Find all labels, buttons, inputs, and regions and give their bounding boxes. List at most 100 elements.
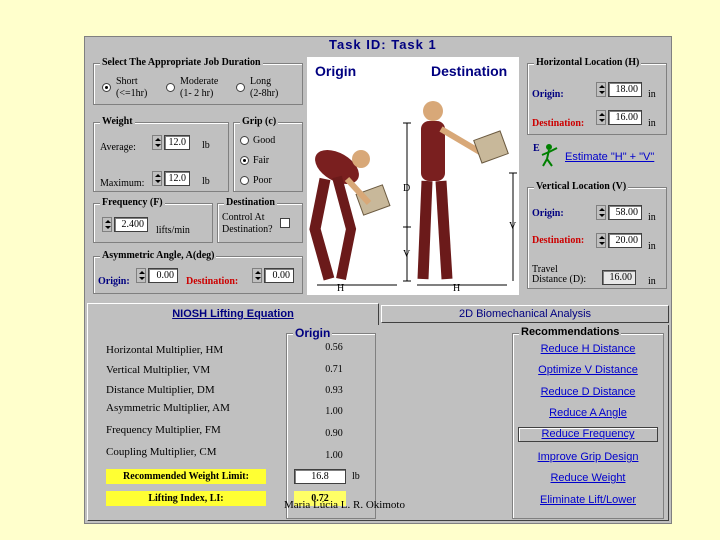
weight-maximum-field[interactable]: 12.0 <box>164 171 190 186</box>
destination-control-line1: Control At <box>222 212 265 223</box>
asymmetric-origin-spinner[interactable] <box>136 268 146 283</box>
weight-maximum-label: Maximum: <box>100 178 145 189</box>
grip-fair-radio[interactable] <box>240 156 249 165</box>
destination-control-group: Destination Control At Destination? <box>217 197 303 243</box>
vertical-origin-unit: in <box>648 212 656 223</box>
travel-distance-label-2: Distance (D): <box>532 274 587 285</box>
estimate-figure-icon <box>541 144 558 167</box>
weight-group: Weight Average: 12.0 lb Maximum: 12.0 lb <box>93 116 229 192</box>
recommendations-title: Recommendations <box>519 326 622 338</box>
li-label: Lifting Index, LI: <box>106 491 266 506</box>
travel-distance-field: 16.00 <box>602 270 636 285</box>
multiplier-vm-label: Vertical Multiplier, VM <box>106 364 211 376</box>
asymmetric-title: Asymmetric Angle, A(deg) <box>100 250 217 261</box>
multiplier-am-label: Asymmetric Multiplier, AM <box>106 402 230 414</box>
rec-reduce-frequency[interactable]: Reduce Frequency <box>518 427 658 442</box>
frequency-spinner[interactable] <box>102 217 112 232</box>
vertical-destination-spinner[interactable] <box>596 233 606 248</box>
rec-optimize-v-distance[interactable]: Optimize V Distance <box>516 364 660 376</box>
rwl-value-field: 16.8 <box>294 469 346 484</box>
multiplier-cm-label: Coupling Multiplier, CM <box>106 446 217 458</box>
grip-good-label: Good <box>253 135 276 146</box>
weight-average-label: Average: <box>100 142 136 153</box>
niosh-app-window: Select The Appropriate Job Duration Shor… <box>84 36 672 524</box>
multiplier-hm-label: Horizontal Multiplier, HM <box>106 344 224 356</box>
multiplier-fm-label: Frequency Multiplier, FM <box>106 424 221 436</box>
recommendations-group: Recommendations <box>512 326 664 519</box>
weight-maximum-spinner[interactable] <box>152 171 162 186</box>
destination-control-checkbox[interactable] <box>280 218 290 228</box>
vertical-destination-label: Destination: <box>532 235 585 246</box>
rec-reduce-d-distance[interactable]: Reduce D Distance <box>516 386 660 398</box>
horizontal-origin-label: Origin: <box>532 89 564 100</box>
tab-2d-biomechanical-label: 2D Biomechanical Analysis <box>458 308 592 320</box>
rec-improve-grip-design[interactable]: Improve Grip Design <box>516 451 660 463</box>
grip-poor-radio[interactable] <box>240 176 249 185</box>
task-title: Task ID: Task 1 <box>329 37 437 52</box>
figure-h-marker: H <box>337 283 345 294</box>
niosh-results-panel: Origin Horizontal Multiplier, HM 0.56 Ve… <box>87 325 669 521</box>
duration-moderate-label: Moderate <box>180 76 219 87</box>
figure-h-marker-destination: H <box>453 283 461 294</box>
vertical-origin-label: Origin: <box>532 208 564 219</box>
duration-short-radio[interactable] <box>102 83 111 92</box>
rec-reduce-h-distance[interactable]: Reduce H Distance <box>516 343 660 355</box>
travel-distance-unit: in <box>648 276 656 287</box>
duration-long-radio[interactable] <box>236 83 245 92</box>
caption-author: Maria Lúcia L. R. Okimoto <box>284 499 405 511</box>
asymmetric-destination-label: Destination: <box>186 276 239 287</box>
asymmetric-destination-field[interactable]: 0.00 <box>264 268 294 283</box>
horizontal-location-title: Horizontal Location (H) <box>534 57 642 68</box>
horizontal-destination-label: Destination: <box>532 118 585 129</box>
duration-short-sub: (<=1hr) <box>116 88 148 99</box>
weight-average-field[interactable]: 12.0 <box>164 135 190 150</box>
duration-short-label: Short <box>116 76 138 87</box>
weight-average-unit: lb <box>202 140 210 151</box>
weight-maximum-unit: lb <box>202 176 210 187</box>
horizontal-location-group: Horizontal Location (H) Origin: 18.00 in… <box>527 57 667 135</box>
rwl-label: Recommended Weight Limit: <box>106 469 266 484</box>
asymmetric-destination-spinner[interactable] <box>252 268 262 283</box>
frequency-title: Frequency (F) <box>100 197 165 208</box>
horizontal-origin-unit: in <box>648 89 656 100</box>
horizontal-destination-field[interactable]: 16.00 <box>608 110 642 125</box>
grip-good-radio[interactable] <box>240 136 249 145</box>
multiplier-cm-value: 1.00 <box>325 450 343 461</box>
rec-reduce-a-angle[interactable]: Reduce A Angle <box>516 407 660 419</box>
destination-control-title: Destination <box>224 197 277 208</box>
vertical-destination-field[interactable]: 20.00 <box>608 233 642 248</box>
multiplier-hm-value: 0.56 <box>325 342 343 353</box>
weight-title: Weight <box>100 116 135 127</box>
job-duration-group: Select The Appropriate Job Duration Shor… <box>93 57 303 105</box>
grip-poor-label: Poor <box>253 175 272 186</box>
asymmetric-origin-label: Origin: <box>98 276 130 287</box>
asymmetric-group: Asymmetric Angle, A(deg) Origin: 0.00 De… <box>93 250 303 294</box>
horizontal-origin-spinner[interactable] <box>596 82 606 97</box>
horizontal-origin-field[interactable]: 18.00 <box>608 82 642 97</box>
grip-group: Grip (c) Good Fair Poor <box>233 116 303 192</box>
rec-eliminate-lift-lower[interactable]: Eliminate Lift/Lower <box>516 494 660 506</box>
multiplier-vm-value: 0.71 <box>325 364 343 375</box>
weight-average-spinner[interactable] <box>152 135 162 150</box>
vertical-destination-unit: in <box>648 241 656 252</box>
horizontal-destination-spinner[interactable] <box>596 110 606 125</box>
rec-reduce-weight[interactable]: Reduce Weight <box>516 472 660 484</box>
vertical-origin-spinner[interactable] <box>596 205 606 220</box>
duration-long-sub: (2-8hr) <box>250 88 279 99</box>
tab-2d-biomechanical[interactable]: 2D Biomechanical Analysis <box>381 305 669 323</box>
tab-niosh[interactable]: NIOSH Lifting Equation <box>87 303 379 325</box>
frequency-unit: lifts/min <box>156 225 190 236</box>
duration-moderate-radio[interactable] <box>166 83 175 92</box>
multiplier-am-value: 1.00 <box>325 406 343 417</box>
vertical-origin-field[interactable]: 58.00 <box>608 205 642 220</box>
duration-moderate-sub: (1- 2 hr) <box>180 88 214 99</box>
destination-control-line2: Destination? <box>222 224 273 235</box>
frequency-field[interactable]: 2.400 <box>114 217 148 232</box>
estimate-hv-link[interactable]: Estimate "H" + "V" <box>565 151 654 163</box>
vertical-location-group: Vertical Location (V) Origin: 58.00 in D… <box>527 181 667 289</box>
asymmetric-origin-field[interactable]: 0.00 <box>148 268 178 283</box>
figure-v-marker-destination: V <box>509 221 517 232</box>
estimate-hv-button[interactable]: E Estimate "H" + "V" <box>531 143 667 167</box>
lifting-figures-illustration <box>309 101 517 286</box>
multiplier-fm-value: 0.90 <box>325 428 343 439</box>
